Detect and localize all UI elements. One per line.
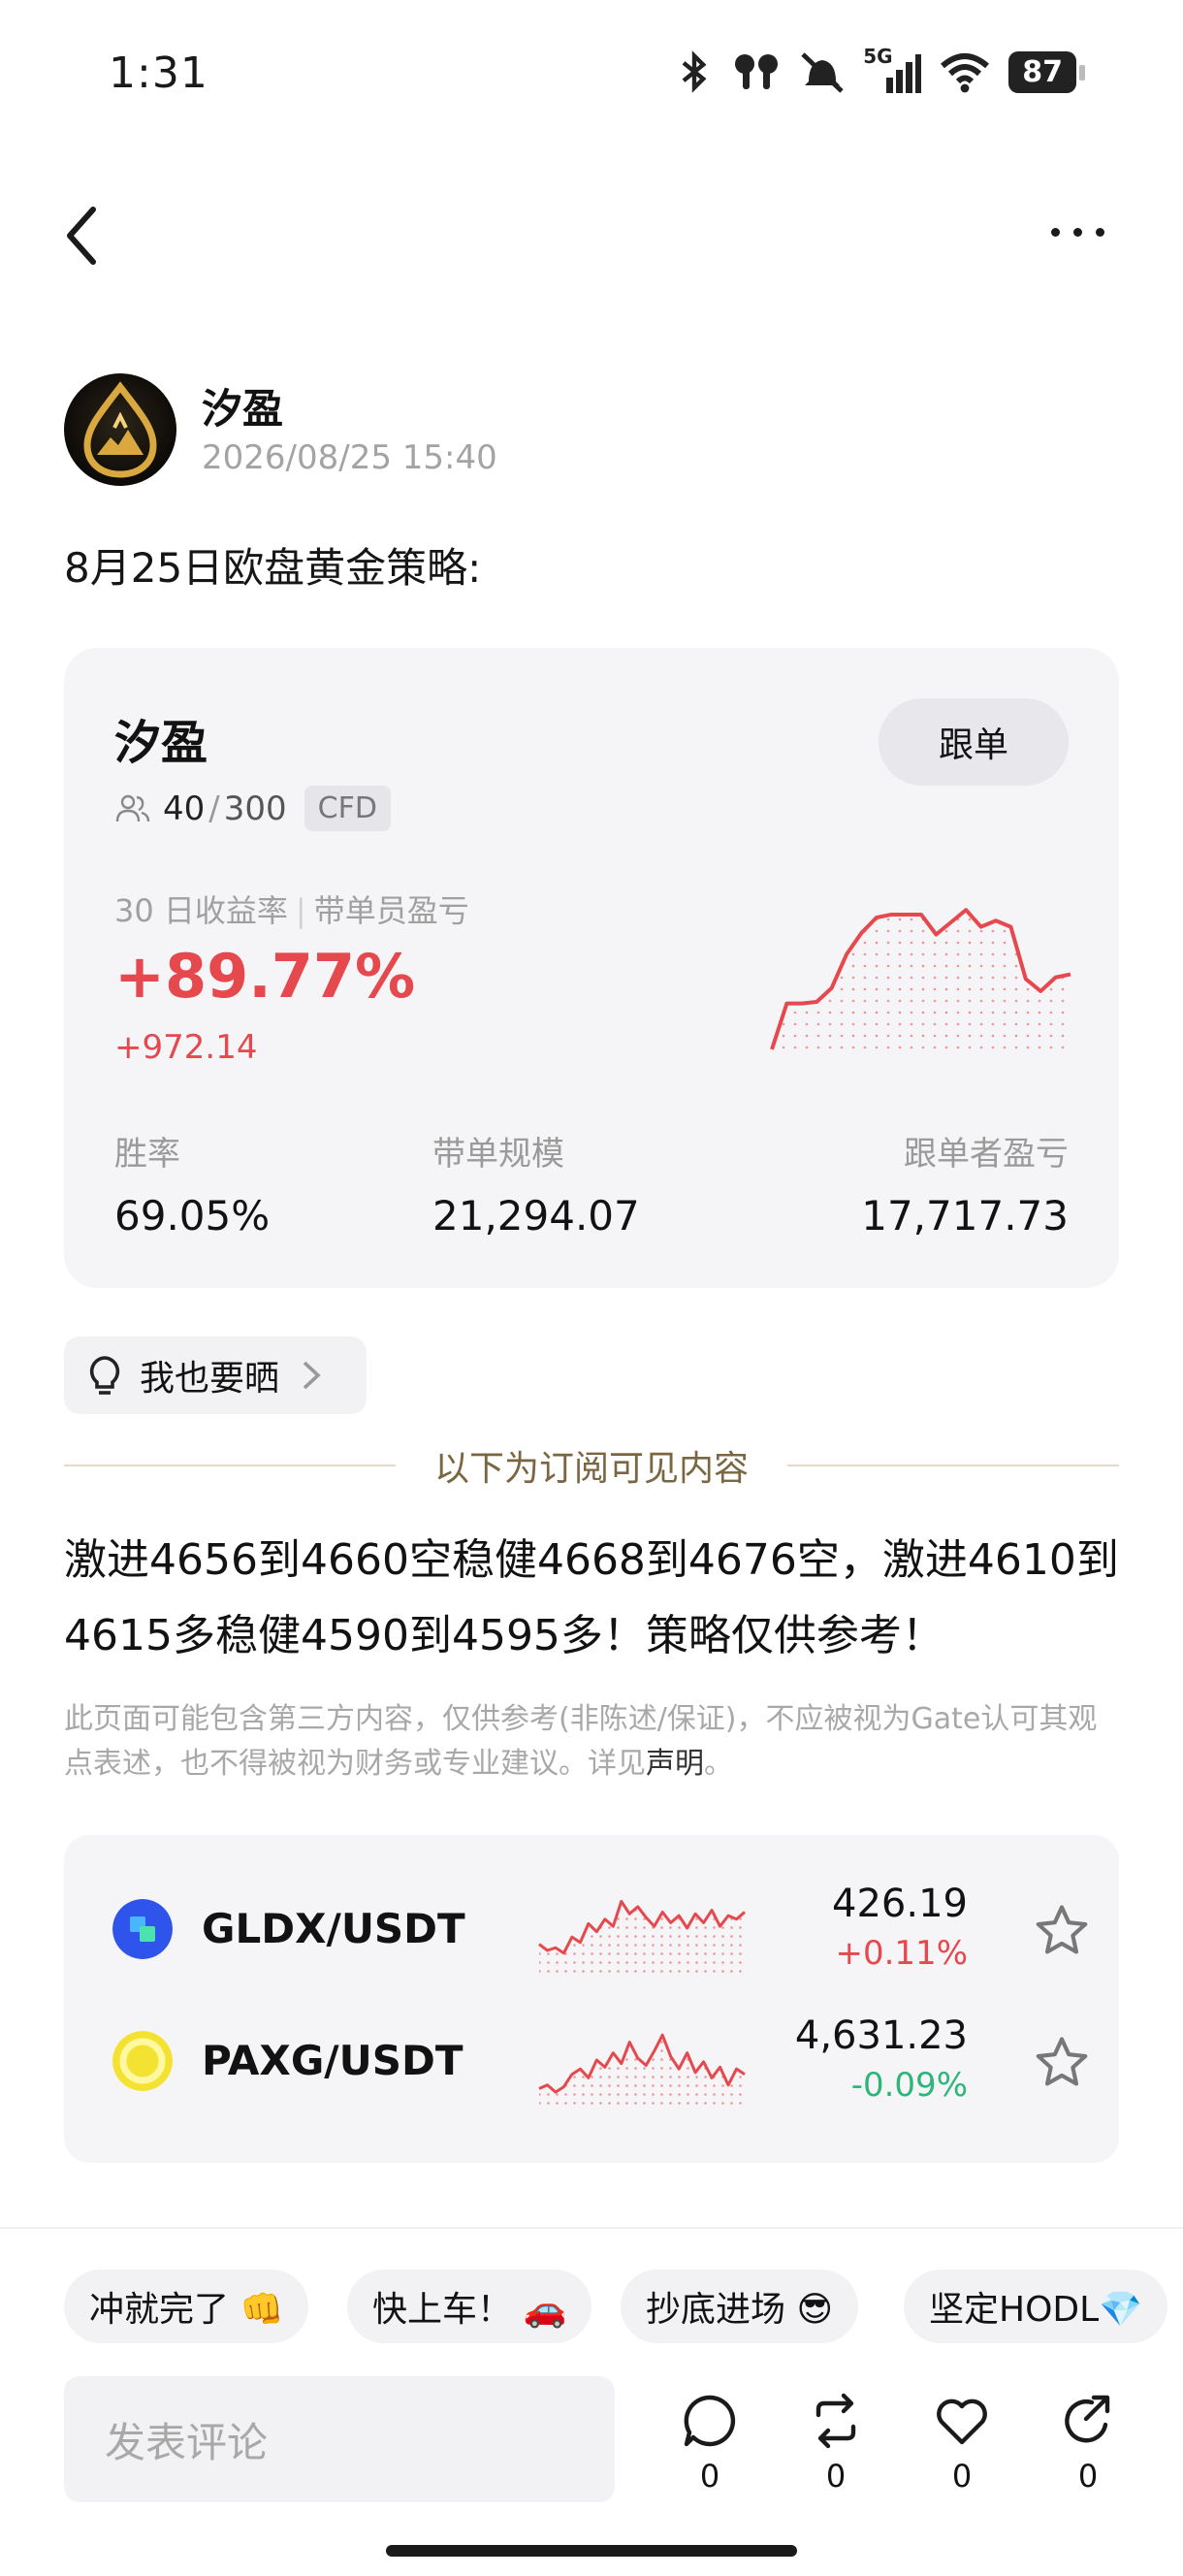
gldx-coin-icon xyxy=(112,1899,173,1959)
disclaimer: 此页面可能包含第三方内容，仅供参考(非陈述/保证)，不应被视为Gate认可其观点… xyxy=(64,1697,1121,1787)
leader-pnl-label: 带单员盈亏 xyxy=(313,892,469,929)
chevron-left-icon xyxy=(67,207,96,265)
disclaimer-end: 。 xyxy=(704,1747,733,1781)
disclaimer-text: 此页面可能包含第三方内容，仅供参考(非陈述/保证)，不应被视为Gate认可其观点… xyxy=(64,1702,1098,1781)
mute-icon xyxy=(801,52,844,93)
divider-line xyxy=(64,1465,396,1466)
stat-win-rate: 胜率 69.05% xyxy=(114,1127,270,1240)
ticker-change: -0.09% xyxy=(850,2066,968,2105)
divider-text: 以下为订阅可见内容 xyxy=(434,1449,750,1489)
quick-reply-chip[interactable]: 坚定HODL💎 xyxy=(904,2270,1168,2343)
ticker-price: 4,631.23 xyxy=(794,2013,968,2058)
more-dot xyxy=(1073,227,1082,237)
post-body: 激进4656到4660空稳健4668到4676空，激进4610到4615多稳健4… xyxy=(64,1535,1119,1660)
members-max: 300 xyxy=(223,789,287,828)
ticker-row-gldx[interactable]: GLDX/USDT 426.19 +0.11% xyxy=(64,1870,1119,1986)
comment-input[interactable]: 发表评论 xyxy=(64,2376,615,2502)
ticker-list: GLDX/USDT 426.19 +0.11% PAXG/USDT 4,631.… xyxy=(64,1835,1119,2163)
repost-count: 0 xyxy=(825,2458,847,2495)
strategy-sparkline xyxy=(770,908,1071,1050)
like-action[interactable]: 0 xyxy=(923,2392,1001,2495)
signal-icon: 5G xyxy=(863,45,922,93)
author-name[interactable]: 汐盈 xyxy=(202,376,283,435)
ticker-row-paxg[interactable]: PAXG/USDT 4,631.23 -0.09% xyxy=(64,2002,1119,2118)
subscriber-divider: 以下为订阅可见内容 xyxy=(64,1441,1120,1490)
stat-trade-scale: 带单规模 21,294.07 xyxy=(432,1127,640,1240)
status-icons: 5G 87 xyxy=(675,45,1085,93)
stat-value: 69.05% xyxy=(114,1192,271,1240)
star-icon[interactable] xyxy=(1032,1901,1092,1961)
stat-label: 胜率 xyxy=(114,1135,180,1174)
return-absolute: +972.14 xyxy=(114,1028,258,1067)
stat-value: 17,717.73 xyxy=(861,1192,1069,1240)
back-button[interactable] xyxy=(58,202,107,270)
author-avatar[interactable] xyxy=(64,373,176,486)
like-count: 0 xyxy=(951,2458,973,2495)
wifi-icon xyxy=(941,53,990,93)
strategy-card[interactable]: 汐盈 跟单 40/300 CFD 30 日收益率 | 带单员盈亏 +89.77% +… xyxy=(64,648,1119,1288)
metric-label: 30 日收益率 | 带单员盈亏 xyxy=(114,886,469,931)
more-dot xyxy=(1096,227,1104,237)
users-icon xyxy=(115,794,150,821)
share-icon xyxy=(1065,2395,1110,2443)
lightbulb-icon xyxy=(89,1356,120,1395)
divider-line xyxy=(787,1465,1120,1466)
quick-reply-chip[interactable]: 冲就完了 👊 xyxy=(64,2270,309,2343)
home-indicator xyxy=(386,2545,797,2557)
bluetooth-icon xyxy=(682,50,707,93)
sparkline-area xyxy=(539,2035,745,2105)
cfd-tag: CFD xyxy=(304,786,391,831)
ticker-price: 426.19 xyxy=(832,1882,968,1926)
battery-indicator: 87 xyxy=(1008,50,1085,93)
stat-follower-pnl: 跟单者盈亏 17,717.73 xyxy=(861,1127,1069,1240)
share-action[interactable]: 0 xyxy=(1049,2392,1127,2495)
members-separator: / xyxy=(208,789,220,828)
earbuds-icon xyxy=(735,54,779,89)
quick-reply-chip[interactable]: 快上车！ 🚗 xyxy=(347,2270,592,2343)
quick-reply-chip[interactable]: 抄底进场 😎 xyxy=(621,2270,858,2343)
comment-count: 0 xyxy=(699,2458,720,2495)
more-dot xyxy=(1051,227,1060,237)
follow-trade-button[interactable]: 跟单 xyxy=(879,698,1069,786)
return-percentage: +89.77% xyxy=(114,941,416,1012)
post-timestamp: 2026/08/25 15:40 xyxy=(202,438,497,477)
metric-separator: | xyxy=(295,892,306,929)
stat-value: 21,294.07 xyxy=(432,1192,640,1240)
chevron-right-icon xyxy=(303,1361,321,1390)
ticker-sparkline xyxy=(538,1899,746,1973)
comment-action[interactable]: 0 xyxy=(671,2392,749,2495)
ticker-pair: PAXG/USDT xyxy=(202,2037,464,2084)
members-info: 40/300 CFD xyxy=(114,786,391,831)
ticker-change: +0.11% xyxy=(835,1934,969,1973)
comment-icon xyxy=(684,2395,736,2447)
repost-action[interactable]: 0 xyxy=(797,2392,875,2495)
avatar-logo-icon xyxy=(83,381,157,478)
share-count: 0 xyxy=(1077,2458,1099,2495)
stat-label: 带单规模 xyxy=(432,1135,564,1174)
more-options-button[interactable] xyxy=(1051,217,1119,246)
ticker-sparkline xyxy=(538,2033,746,2105)
members-current: 40 xyxy=(163,789,206,828)
disclaimer-link[interactable]: 声明 xyxy=(646,1747,704,1781)
bottom-bar: 冲就完了 👊 快上车！ 🚗 抄底进场 😎 坚定HODL💎 发表评论 0 0 0 … xyxy=(0,2227,1183,2576)
return-label: 30 日收益率 xyxy=(114,892,288,929)
share-button[interactable]: 我也要晒 xyxy=(64,1336,367,1414)
status-time: 1:31 xyxy=(109,48,208,98)
star-icon[interactable] xyxy=(1032,2033,1092,2093)
share-label: 我也要晒 xyxy=(140,1359,280,1399)
like-icon xyxy=(937,2399,987,2445)
stat-label: 跟单者盈亏 xyxy=(904,1135,1069,1174)
strategy-name: 汐盈 xyxy=(114,716,208,770)
paxg-coin-icon xyxy=(112,2031,173,2091)
post-title: 8月25日欧盘黄金策略: xyxy=(64,544,482,592)
repost-icon xyxy=(815,2393,856,2449)
ticker-pair: GLDX/USDT xyxy=(202,1905,465,1952)
